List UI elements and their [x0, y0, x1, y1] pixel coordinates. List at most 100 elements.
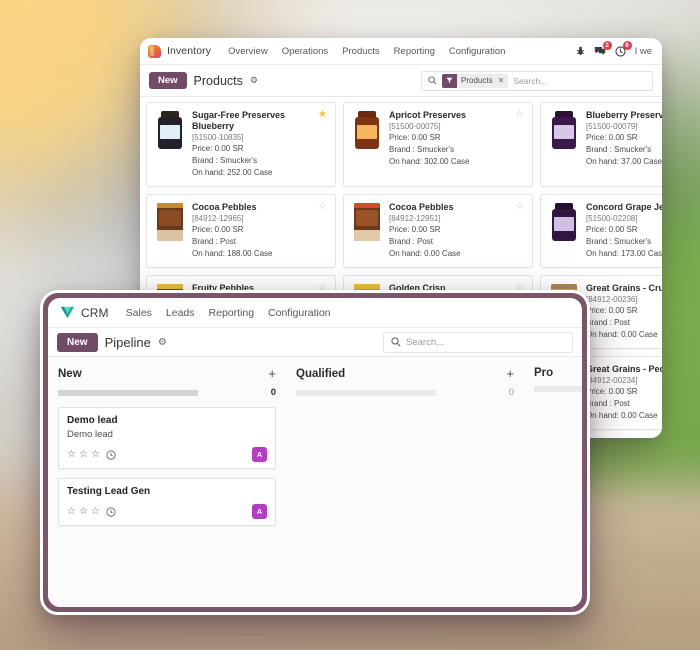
- add-card-plus-icon[interactable]: +: [268, 367, 276, 380]
- product-card[interactable]: Apricot Preserves [51500-00075] Price: 0…: [343, 102, 533, 187]
- product-card[interactable]: Blueberry Preserves [51500-00079] Price:…: [540, 102, 662, 187]
- product-brand: Brand : Post: [389, 237, 434, 246]
- activities-clock-icon[interactable]: 6: [614, 40, 632, 57]
- product-card[interactable]: Sugar-Free Preserves Blueberry [51500-10…: [146, 102, 336, 187]
- menu-configuration[interactable]: Configuration: [442, 38, 513, 65]
- product-name: Apricot Preserves: [389, 110, 467, 120]
- inventory-navbar: Inventory Overview Operations Products R…: [140, 38, 662, 65]
- messages-badge: 2: [602, 41, 612, 50]
- product-price: Price: 0.00 SR: [586, 306, 638, 315]
- menu-products[interactable]: Products: [335, 38, 387, 65]
- product-code: [84912-12965]: [192, 214, 244, 223]
- inventory-control-panel: New Products ⚙ Products ✕ Search...: [140, 65, 662, 97]
- clock-icon[interactable]: [106, 506, 116, 517]
- product-name: Sugar-Free Preserves Blueberry: [192, 110, 286, 131]
- inventory-brand-label: Inventory: [167, 45, 212, 57]
- crm-new-button[interactable]: New: [57, 332, 98, 352]
- crm-brand[interactable]: CRM: [60, 306, 109, 320]
- crm-search-bar[interactable]: Search...: [383, 331, 573, 353]
- star-icon[interactable]: ☆: [79, 449, 88, 460]
- product-onhand: On hand: 0.00 Case: [586, 330, 658, 339]
- kanban-column-proposition: Pro: [524, 367, 582, 607]
- add-card-plus-icon[interactable]: +: [506, 367, 514, 380]
- kanban-column-header: Qualified +: [296, 367, 514, 380]
- messages-icon[interactable]: 2: [594, 41, 612, 56]
- progress-bar[interactable]: [534, 386, 582, 392]
- product-price: Price: 0.00 SR: [586, 133, 638, 142]
- crm-menu-configuration[interactable]: Configuration: [261, 298, 337, 328]
- star-icon[interactable]: ☆: [91, 506, 100, 517]
- crm-menu-leads[interactable]: Leads: [159, 298, 202, 328]
- search-facet-remove-icon[interactable]: ✕: [496, 73, 509, 88]
- product-onhand: On hand: 173.00 Case: [586, 249, 662, 258]
- crm-menu-sales[interactable]: Sales: [119, 298, 159, 328]
- avatar[interactable]: A: [252, 504, 267, 519]
- kanban-column-header: New +: [58, 367, 276, 380]
- crm-search-input[interactable]: Search...: [406, 337, 444, 348]
- product-onhand: On hand: 0.00 Case: [389, 249, 461, 258]
- star-icon[interactable]: ☆: [79, 506, 88, 517]
- search-input[interactable]: Search...: [513, 76, 547, 86]
- search-bar[interactable]: Products ✕ Search...: [421, 70, 653, 91]
- star-icon[interactable]: ☆: [67, 449, 76, 460]
- product-onhand: On hand: 37.00 Case: [586, 157, 662, 166]
- gear-icon[interactable]: ⚙: [250, 75, 258, 86]
- filter-icon: [442, 73, 457, 88]
- kanban-column-new: New + 0 Demo lead Demo lead ☆ ☆ ☆ A Test…: [48, 367, 286, 607]
- lead-card[interactable]: Testing Lead Gen ☆ ☆ ☆ A: [58, 478, 276, 526]
- product-brand: Brand : Post: [192, 237, 237, 246]
- product-card[interactable]: Concord Grape Jelly [51500-02208] Price:…: [540, 194, 662, 268]
- star-icon[interactable]: ☆: [91, 449, 100, 460]
- menu-overview[interactable]: Overview: [221, 38, 275, 65]
- product-thumbnail: [155, 202, 184, 242]
- product-name: Concord Grape Jelly: [586, 202, 662, 212]
- bug-icon[interactable]: [576, 46, 585, 56]
- jar-icon: [551, 203, 577, 241]
- product-thumbnail: [549, 202, 578, 242]
- inventory-brand[interactable]: Inventory: [148, 44, 212, 58]
- product-name: Great Grains - Pecans: [586, 364, 662, 374]
- jar-icon: [354, 111, 380, 149]
- priority-stars[interactable]: ☆ ☆ ☆: [67, 449, 100, 460]
- menu-operations[interactable]: Operations: [275, 38, 335, 65]
- crm-gear-icon[interactable]: ⚙: [158, 337, 167, 348]
- product-card[interactable]: Cocoa Pebbles [84912-12965] Price: 0.00 …: [146, 194, 336, 268]
- favorite-star-icon[interactable]: ☆: [318, 202, 327, 259]
- menu-reporting[interactable]: Reporting: [387, 38, 442, 65]
- star-icon[interactable]: ☆: [67, 506, 76, 517]
- product-thumbnail: [352, 202, 381, 242]
- product-price: Price: 0.00 SR: [192, 225, 244, 234]
- progress-bar[interactable]: [296, 389, 436, 396]
- search-facet-label: Products: [457, 73, 497, 88]
- crm-control-panel: New Pipeline ⚙ Search...: [48, 328, 582, 357]
- progress-bar[interactable]: [58, 389, 198, 396]
- inventory-app-icon: [148, 44, 161, 58]
- clock-icon[interactable]: [106, 449, 116, 460]
- product-code: [51500-10835]: [192, 133, 244, 142]
- crm-window[interactable]: CRM Sales Leads Reporting Configuration …: [40, 290, 590, 615]
- lead-card[interactable]: Demo lead Demo lead ☆ ☆ ☆ A: [58, 407, 276, 469]
- favorite-star-icon[interactable]: ☆: [515, 110, 524, 178]
- product-price: Price: 0.00 SR: [389, 225, 441, 234]
- search-facet-products[interactable]: Products ✕: [442, 73, 509, 88]
- new-button[interactable]: New: [149, 72, 187, 89]
- crm-app-icon: [60, 306, 75, 319]
- product-code: [51500-02208]: [586, 214, 638, 223]
- product-brand: Brand : Smucker's: [586, 237, 652, 246]
- lead-card-footer: ☆ ☆ ☆ A: [67, 447, 267, 462]
- product-price: Price: 0.00 SR: [586, 387, 638, 396]
- product-brand: Brand : Smucker's: [389, 145, 455, 154]
- product-card[interactable]: Cocoa Pebbles [84912-12951] Price: 0.00 …: [343, 194, 533, 268]
- avatar[interactable]: A: [252, 447, 267, 462]
- kanban-column-header: Pro: [534, 367, 582, 379]
- crm-menu-reporting[interactable]: Reporting: [202, 298, 262, 328]
- crm-brand-label: CRM: [81, 305, 109, 320]
- lead-card-footer: ☆ ☆ ☆ A: [67, 504, 267, 519]
- cereal-box-icon: [353, 203, 380, 241]
- product-name: Blueberry Preserves: [586, 110, 662, 120]
- user-menu[interactable]: I we: [635, 46, 652, 57]
- priority-stars[interactable]: ☆ ☆ ☆: [67, 506, 100, 517]
- favorite-star-icon[interactable]: ☆: [515, 202, 524, 259]
- crm-window-content: CRM Sales Leads Reporting Configuration …: [48, 298, 582, 607]
- favorite-star-icon[interactable]: ★: [318, 110, 327, 178]
